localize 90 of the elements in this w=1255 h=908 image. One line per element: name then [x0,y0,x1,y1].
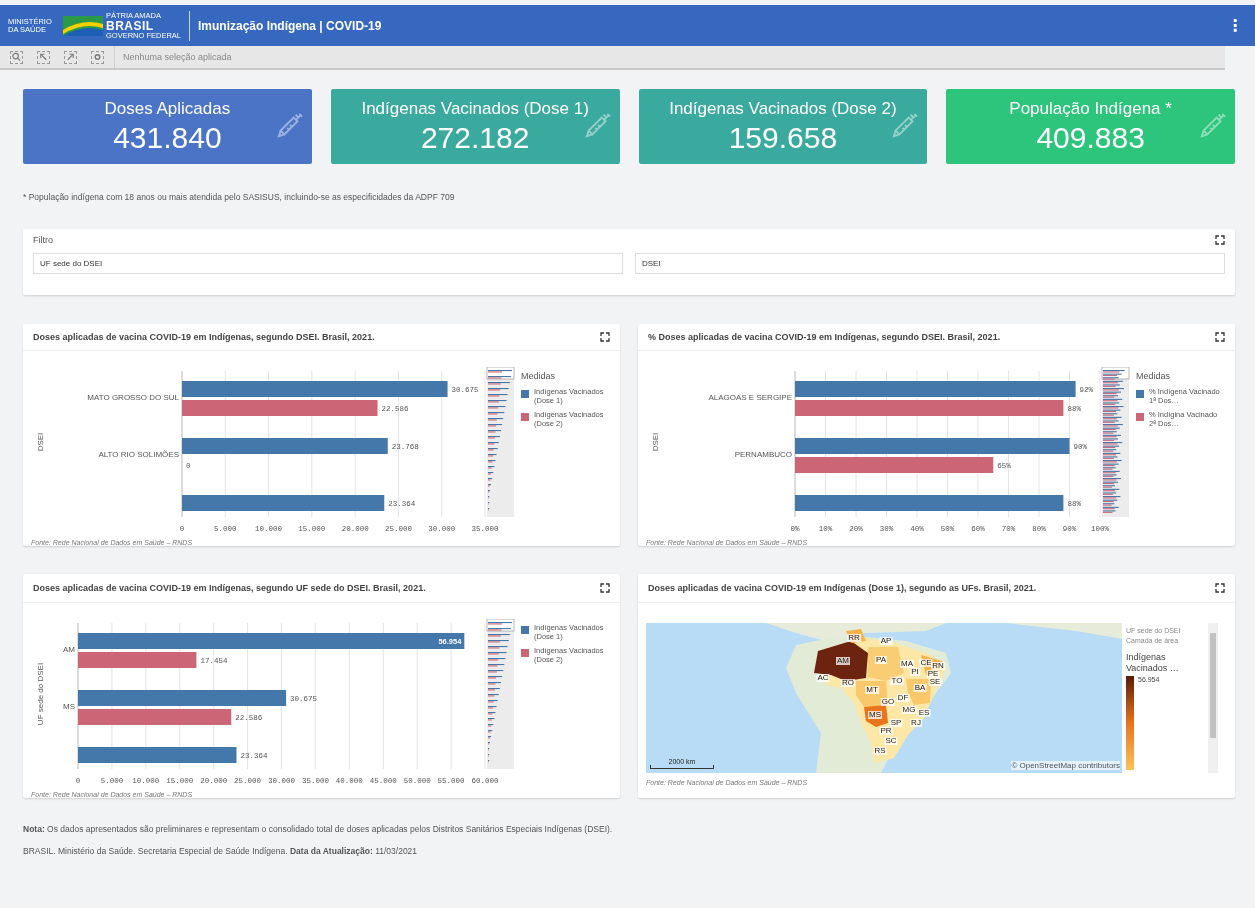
scroll-preview[interactable] [1101,367,1130,517]
state-label: RR [847,634,861,642]
axis-title: UF sede do DSEI [36,662,45,726]
kpi-label: Indígenas Vacinados (Dose 2) [669,98,897,119]
forward-arrow-icon[interactable] [64,50,77,64]
bar[interactable] [78,652,197,668]
chart-title: % Doses aplicadas de vacina COVID-19 em Indígenas, segundo DSEI. Brasil, 2021. [648,332,1001,342]
bar[interactable] [78,709,232,725]
flag-logo-icon [63,15,103,36]
state-label: PI [910,668,920,676]
syringe-icon [275,111,304,139]
state-label: AM [836,657,850,665]
kpi-value: 159.658 [728,120,838,155]
back-arrow-icon[interactable] [37,50,50,64]
kpi-value: 272.182 [420,120,530,155]
kpi-value: 431.840 [113,120,222,155]
filter-field[interactable]: DSEI [635,253,1225,274]
bar[interactable] [795,495,1064,511]
footnote-text: * População indígena com 18 anos ou mais atendida pelo SASISUS, incluindo-se as especificidades da ADPF 709 [23,192,456,202]
bar[interactable] [78,690,287,706]
expand-icon[interactable] [1215,235,1225,245]
map-title: Doses aplicadas de vacina COVID-19 em Indígenas (Dose 1), segundo as UFs. Brasil, 2021. [648,583,1037,593]
bar[interactable] [795,438,1070,454]
state-label: AC [816,674,830,682]
scale-bar [650,765,714,769]
bar[interactable] [795,457,994,473]
legend-measure: Indígenas Vacinados … [1126,651,1180,675]
state-label: SP [889,719,903,727]
legend-title: Medidas [521,371,557,381]
filter-field[interactable]: UF sede do DSEI [33,253,623,274]
state-label: MT [865,686,879,694]
state-label: RS [873,747,887,755]
expand-icon[interactable] [600,332,610,342]
category-label: PERNAMBUCO [734,450,792,459]
state-label: CE [919,659,933,667]
bar[interactable] [182,438,388,454]
state-label: GO [880,698,896,706]
expand-icon[interactable] [1215,583,1225,593]
kpi-value: 409.883 [1036,120,1145,155]
state-label: SC [884,737,898,745]
category-label: AM [63,645,75,654]
legend-title: Medidas [1136,371,1172,381]
scrollbar[interactable] [1208,623,1218,773]
note-text: Nota: Os dados apresentados são preliminares e representam o consolidado total de doses aplicadas pelos Distritos Sanitários Especiais Indígenas (DSEI). [23,824,614,834]
state-label: PR [879,727,893,735]
category-label: MS [63,702,75,711]
state-label: PE [926,670,940,678]
app-title: Imunização Indígena | COVID-19 [198,18,383,33]
bar[interactable] [78,633,465,649]
state-label: DF [896,694,910,702]
bar[interactable] [182,381,448,397]
state-label: TO [890,677,904,685]
scroll-preview[interactable] [486,367,515,517]
state-label: BA [913,684,927,692]
expand-icon[interactable] [600,583,610,593]
filter-title: Filtro [33,235,53,245]
chart-title: Doses aplicadas de vacina COVID-19 em Indígenas, segundo UF sede do DSEI. Brasil, 2021. [33,583,426,593]
state-label: SE [928,678,942,686]
axis-title: DSEI [651,432,660,452]
bar[interactable] [795,381,1076,397]
brand-text: BRASIL [106,19,155,32]
syringe-icon [1199,111,1227,139]
bar[interactable] [182,400,378,416]
state-label: MG [901,706,917,714]
category-label: MATO GROSSO DO SUL [87,393,179,402]
state-label: AP [879,637,893,645]
kpi-label: Indígenas Vacinados (Dose 1) [361,98,589,119]
search-icon[interactable] [10,50,23,64]
kpi-label: População Indígena * [1009,98,1172,119]
selection-status: Nenhuma seleção aplicada [123,52,232,62]
menu-button[interactable]: ⋮ [1223,16,1247,35]
note-text: BRASIL. Ministério da Saúde. Secretaria Especial de Saúde Indígena. Data da Atualização: 11/03/2021 [23,846,419,856]
scroll-preview[interactable] [486,619,515,769]
expand-icon[interactable] [1215,332,1225,342]
state-label: RJ [910,719,922,727]
category-label: ALAGOAS E SERGIPE [708,393,792,402]
state-label: RN [931,662,945,670]
bar[interactable] [182,495,385,511]
axis-title: DSEI [36,432,45,452]
state-label: PA [874,656,888,664]
state-label: ES [917,709,931,717]
state-label: MS [868,711,882,719]
state-label: RO [841,679,855,687]
kpi-label: Doses Aplicadas [104,98,231,119]
state-label: MA [900,660,914,668]
bar[interactable] [78,747,237,763]
category-label: ALTO RIO SOLIMÕES [98,450,179,459]
bar[interactable] [795,400,1064,416]
map-attribution: © OpenStreetMap contributors [1011,761,1120,770]
chart-title: Doses aplicadas de vacina COVID-19 em Indígenas, segundo DSEI. Brasil, 2021. [33,332,375,342]
